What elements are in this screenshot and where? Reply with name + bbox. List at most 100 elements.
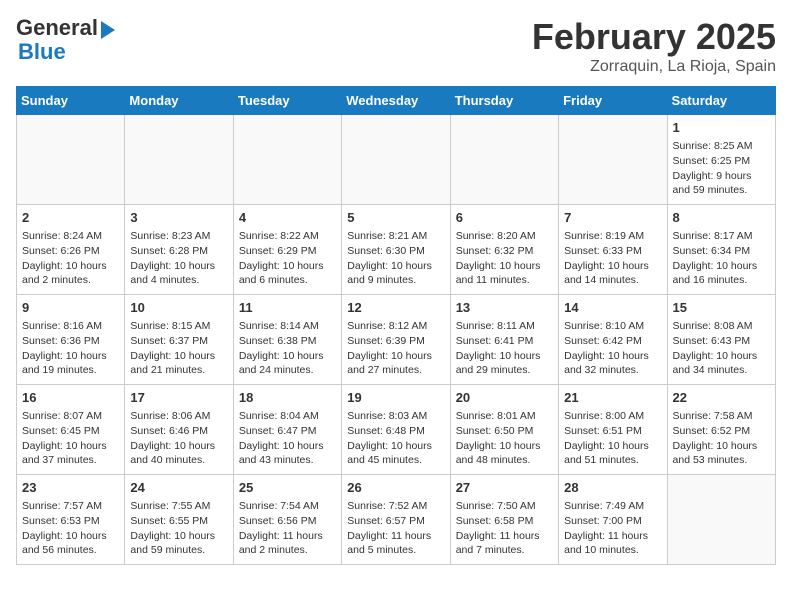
day-cell: 28Sunrise: 7:49 AMSunset: 7:00 PMDayligh… [559, 475, 667, 565]
day-cell: 26Sunrise: 7:52 AMSunset: 6:57 PMDayligh… [342, 475, 450, 565]
day-number: 10 [130, 299, 227, 317]
day-cell: 8Sunrise: 8:17 AMSunset: 6:34 PMDaylight… [667, 205, 775, 295]
week-row-3: 9Sunrise: 8:16 AMSunset: 6:36 PMDaylight… [17, 295, 776, 385]
day-detail: Sunrise: 7:49 AM [564, 499, 661, 514]
day-number: 8 [673, 209, 770, 227]
day-detail: Sunrise: 8:10 AM [564, 319, 661, 334]
day-detail: Sunrise: 8:00 AM [564, 409, 661, 424]
day-number: 15 [673, 299, 770, 317]
day-detail: Daylight: 10 hours and 48 minutes. [456, 439, 553, 468]
day-detail: Sunrise: 8:24 AM [22, 229, 119, 244]
day-cell: 11Sunrise: 8:14 AMSunset: 6:38 PMDayligh… [233, 295, 341, 385]
day-number: 24 [130, 479, 227, 497]
title-block: February 2025 Zorraquin, La Rioja, Spain [532, 16, 776, 76]
month-title: February 2025 [532, 16, 776, 58]
day-detail: Sunrise: 8:12 AM [347, 319, 444, 334]
day-detail: Sunset: 6:52 PM [673, 424, 770, 439]
day-detail: Sunrise: 8:19 AM [564, 229, 661, 244]
day-number: 18 [239, 389, 336, 407]
day-detail: Sunset: 6:29 PM [239, 244, 336, 259]
day-detail: Daylight: 10 hours and 34 minutes. [673, 349, 770, 378]
day-detail: Sunset: 6:46 PM [130, 424, 227, 439]
day-cell: 14Sunrise: 8:10 AMSunset: 6:42 PMDayligh… [559, 295, 667, 385]
day-detail: Daylight: 10 hours and 43 minutes. [239, 439, 336, 468]
day-number: 25 [239, 479, 336, 497]
day-number: 27 [456, 479, 553, 497]
day-cell: 21Sunrise: 8:00 AMSunset: 6:51 PMDayligh… [559, 385, 667, 475]
day-number: 23 [22, 479, 119, 497]
day-detail: Daylight: 10 hours and 51 minutes. [564, 439, 661, 468]
day-cell: 17 Sunrise: 8:06 AMSunset: 6:46 PMDayligh… [125, 385, 233, 475]
day-cell: 25Sunrise: 7:54 AMSunset: 6:56 PMDayligh… [233, 475, 341, 565]
logo: General Blue [16, 16, 115, 64]
day-detail: Sunrise: 8:03 AM [347, 409, 444, 424]
day-detail: Sunset: 6:41 PM [456, 334, 553, 349]
day-detail: Daylight: 10 hours and 40 minutes. [130, 439, 227, 468]
day-cell: 23Sunrise: 7:57 AMSunset: 6:53 PMDayligh… [17, 475, 125, 565]
day-detail: Sunrise: 8:21 AM [347, 229, 444, 244]
day-detail: Daylight: 10 hours and 24 minutes. [239, 349, 336, 378]
day-number: 20 [456, 389, 553, 407]
day-detail: Sunset: 6:38 PM [239, 334, 336, 349]
page-header: General Blue February 2025 Zorraquin, La… [16, 16, 776, 76]
day-cell: 6Sunrise: 8:20 AMSunset: 6:32 PMDaylight… [450, 205, 558, 295]
day-detail: Sunset: 6:56 PM [239, 514, 336, 529]
day-cell: 3Sunrise: 8:23 AMSunset: 6:28 PMDaylight… [125, 205, 233, 295]
day-detail: Sunset: 6:48 PM [347, 424, 444, 439]
location-subtitle: Zorraquin, La Rioja, Spain [532, 58, 776, 76]
day-number: 26 [347, 479, 444, 497]
day-detail: Daylight: 10 hours and 32 minutes. [564, 349, 661, 378]
column-header-wednesday: Wednesday [342, 87, 450, 115]
day-number: 12 [347, 299, 444, 317]
day-number: 3 [130, 209, 227, 227]
day-detail: Sunrise: 7:58 AM [673, 409, 770, 424]
day-detail: Daylight: 10 hours and 29 minutes. [456, 349, 553, 378]
day-detail: Daylight: 10 hours and 6 minutes. [239, 259, 336, 288]
day-cell [667, 475, 775, 565]
day-cell: 12Sunrise: 8:12 AMSunset: 6:39 PMDayligh… [342, 295, 450, 385]
day-cell [125, 115, 233, 205]
day-detail: Sunset: 6:37 PM [130, 334, 227, 349]
day-detail: Sunrise: 7:52 AM [347, 499, 444, 514]
day-detail: Daylight: 11 hours and 7 minutes. [456, 529, 553, 558]
day-number: 4 [239, 209, 336, 227]
day-detail: Daylight: 10 hours and 53 minutes. [673, 439, 770, 468]
day-cell: 9Sunrise: 8:16 AMSunset: 6:36 PMDaylight… [17, 295, 125, 385]
day-detail: Sunset: 6:26 PM [22, 244, 119, 259]
day-cell: 24Sunrise: 7:55 AMSunset: 6:55 PMDayligh… [125, 475, 233, 565]
day-cell: 19Sunrise: 8:03 AMSunset: 6:48 PMDayligh… [342, 385, 450, 475]
column-header-saturday: Saturday [667, 87, 775, 115]
day-detail: Sunset: 6:47 PM [239, 424, 336, 439]
day-detail: Sunset: 6:53 PM [22, 514, 119, 529]
logo-arrow-icon [101, 21, 115, 39]
day-detail: Sunrise: 8:08 AM [673, 319, 770, 334]
column-header-sunday: Sunday [17, 87, 125, 115]
day-number: 17 [130, 389, 227, 407]
day-detail: Sunrise: 8:25 AM [673, 139, 770, 154]
week-row-5: 23 Sunrise: 7:57 AMSunset: 6:53 PM Dayligh… [17, 475, 776, 565]
day-detail: Daylight: 10 hours and 4 minutes. [130, 259, 227, 288]
day-detail: Sunrise: 8:06 AM [130, 409, 227, 424]
day-detail: Sunset: 6:45 PM [22, 424, 119, 439]
column-header-friday: Friday [559, 87, 667, 115]
day-detail: Sunset: 6:57 PM [347, 514, 444, 529]
day-detail: Daylight: 11 hours and 10 minutes. [564, 529, 661, 558]
day-number: 5 [347, 209, 444, 227]
day-cell: 5Sunrise: 8:21 AMSunset: 6:30 PMDaylight… [342, 205, 450, 295]
day-number: 14 [564, 299, 661, 317]
day-detail: Sunrise: 8:20 AM [456, 229, 553, 244]
day-cell [17, 115, 125, 205]
day-detail: Sunset: 7:00 PM [564, 514, 661, 529]
day-detail: Sunrise: 7:57 AM [22, 499, 119, 514]
column-header-monday: Monday [125, 87, 233, 115]
day-cell: 16Sunrise: 8:07 AMSunset: 6:45 PMDayligh… [17, 385, 125, 475]
day-cell: 2Sunrise: 8:24 AMSunset: 6:26 PMDaylight… [17, 205, 125, 295]
day-detail: Sunrise: 8:15 AM [130, 319, 227, 334]
day-number: 2 [22, 209, 119, 227]
day-number: 6 [456, 209, 553, 227]
calendar-header-row: SundayMondayTuesdayWednesdayThursdayFrid… [17, 87, 776, 115]
day-cell: 15Sunrise: 8:08 AMSunset: 6:43 PMDayligh… [667, 295, 775, 385]
day-cell [450, 115, 558, 205]
day-cell: 20Sunrise: 8:01 AMSunset: 6:50 PMDayligh… [450, 385, 558, 475]
day-number: 11 [239, 299, 336, 317]
